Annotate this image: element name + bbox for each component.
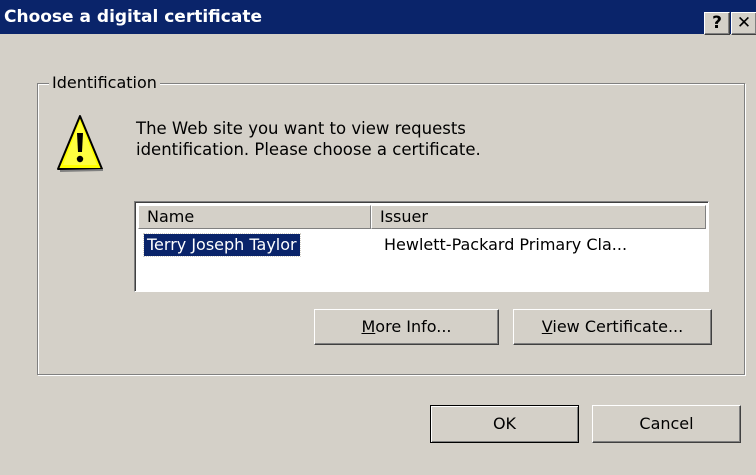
- message-line-2: identification. Please choose a certific…: [136, 140, 481, 159]
- column-header-name[interactable]: Name: [138, 205, 371, 229]
- view-certificate-button[interactable]: View Certificate...: [513, 309, 712, 345]
- column-header-issuer[interactable]: Issuer: [371, 205, 706, 229]
- view-certificate-label: iew Certificate...: [552, 317, 684, 336]
- identification-message: The Web site you want to view requests i…: [136, 118, 636, 160]
- list-header: Name Issuer: [138, 205, 706, 229]
- certificate-row[interactable]: Terry Joseph Taylor Hewlett-Packard Prim…: [138, 232, 706, 258]
- view-certificate-mnemonic: V: [541, 317, 553, 336]
- close-button[interactable]: ✕: [731, 12, 756, 35]
- message-line-1: The Web site you want to view requests: [136, 119, 466, 138]
- help-button[interactable]: ?: [704, 12, 730, 35]
- certificate-issuer-cell[interactable]: Hewlett-Packard Primary Cla...: [384, 234, 704, 256]
- certificate-name-cell[interactable]: Terry Joseph Taylor: [143, 233, 301, 257]
- title-bar[interactable]: Choose a digital certificate ? ✕: [0, 0, 756, 35]
- more-info-mnemonic: M: [361, 317, 376, 336]
- help-icon: ?: [712, 13, 722, 33]
- close-icon: ✕: [736, 13, 752, 33]
- warning-icon: [57, 115, 104, 172]
- cancel-button[interactable]: Cancel: [592, 405, 741, 443]
- certificate-list[interactable]: Name Issuer Terry Joseph Taylor Hewlett-…: [134, 201, 709, 292]
- more-info-button[interactable]: More Info...: [314, 309, 499, 345]
- more-info-label: ore Info...: [375, 317, 452, 336]
- window-title: Choose a digital certificate: [4, 7, 262, 27]
- certificate-dialog: Choose a digital certificate ? ✕ Identif…: [0, 0, 756, 475]
- identification-group-label: Identification: [49, 73, 160, 93]
- ok-button[interactable]: OK: [430, 405, 579, 443]
